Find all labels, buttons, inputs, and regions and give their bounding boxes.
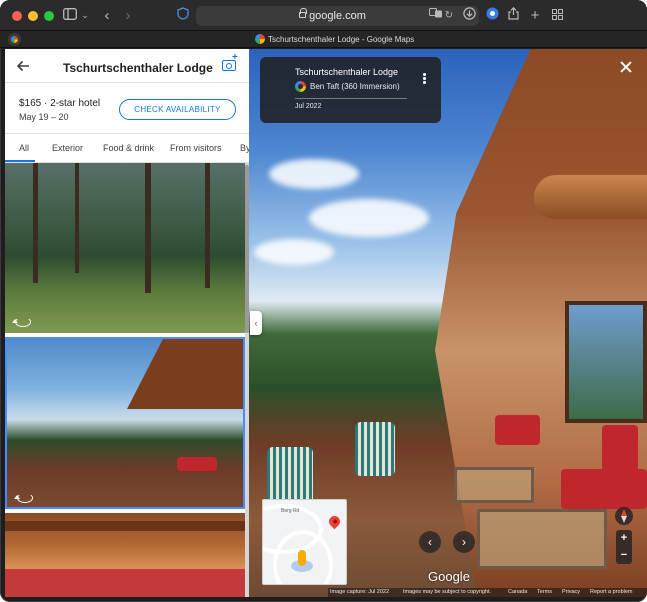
photo-detail [5, 569, 245, 597]
photo-detail [33, 163, 38, 283]
photo-detail [177, 457, 217, 471]
collapse-panel-button[interactable]: ‹ [250, 311, 262, 335]
check-availability-button[interactable]: CHECK AVAILABILITY [119, 99, 236, 120]
google-maps-favicon-icon [255, 34, 265, 44]
location-pin-icon [326, 513, 343, 530]
street-view-detail [454, 467, 534, 503]
avatar[interactable] [295, 81, 306, 92]
street-view-detail [495, 415, 540, 445]
360-icon [12, 317, 31, 327]
photo-thumbnail-interior[interactable] [5, 513, 245, 597]
360-icon [14, 493, 33, 503]
shield-icon[interactable] [176, 7, 190, 24]
share-icon[interactable] [507, 6, 519, 24]
previous-photo-button[interactable]: ‹ [419, 531, 441, 553]
photos-panel: Tschurtschenthaler Lodge $165 · 2-star h… [5, 49, 249, 597]
street-view-detail [355, 422, 395, 476]
minimap-road-label: Berg Rd [281, 508, 300, 514]
street-view[interactable]: Tschurtschenthaler Lodge Ben Taft (360 I… [249, 49, 647, 597]
street-view-detail [561, 469, 647, 509]
google-logo: Google [428, 569, 470, 584]
privacy-link[interactable]: Privacy [562, 588, 580, 597]
street-view-detail [477, 509, 607, 569]
report-problem-link[interactable]: Report a problem [590, 588, 633, 597]
header-divider [5, 82, 249, 83]
forward-arrow-icon[interactable]: › [122, 7, 134, 24]
photo-detail [127, 339, 243, 409]
download-icon[interactable] [462, 7, 476, 24]
pegman-icon[interactable] [298, 550, 306, 566]
street-view-info-card: Tschurtschenthaler Lodge Ben Taft (360 I… [260, 57, 441, 123]
chevron-down-icon[interactable]: ⌄ [80, 7, 90, 24]
tab-all[interactable]: All [19, 143, 29, 153]
street-view-detail [565, 301, 647, 423]
tab-by[interactable]: By [240, 143, 249, 153]
tab-bar: Tschurtschenthaler Lodge - Google Maps [0, 31, 647, 48]
photo-detail [5, 521, 245, 531]
photo-thumbnail-forest[interactable] [5, 163, 245, 333]
minimap[interactable]: Berg Rd [262, 499, 347, 585]
tab-food-drink[interactable]: Food & drink [103, 143, 154, 153]
street-view-title: Tschurtschenthaler Lodge [295, 67, 399, 77]
sidebar-icon[interactable] [63, 7, 77, 24]
tab-title[interactable]: Tschurtschenthaler Lodge - Google Maps [268, 31, 414, 48]
photo-detail [145, 163, 151, 293]
zoom-out-icon[interactable]: − [616, 547, 632, 564]
street-view-detail [534, 175, 647, 219]
browser-window: ⌄ ‹ › google.com ↻ + Tschurtschenthaler … [0, 0, 647, 602]
country-link[interactable]: Canada [508, 588, 527, 597]
new-tab-icon[interactable]: + [529, 7, 541, 24]
terms-link[interactable]: Terms [537, 588, 552, 597]
more-icon[interactable] [423, 73, 427, 85]
camera-add-icon[interactable] [222, 52, 238, 71]
capture-date: Jul 2022 [295, 103, 322, 110]
hotel-price: $165 · 2-star hotel [19, 98, 101, 109]
browser-toolbar: ⌄ ‹ › google.com ↻ + [0, 0, 647, 31]
info-divider [295, 98, 407, 99]
reload-icon[interactable]: ↻ [444, 7, 454, 24]
tab-overview-icon[interactable] [551, 7, 563, 24]
zoom-window-button[interactable] [44, 11, 54, 21]
zoom-controls: + − [616, 530, 632, 564]
copyright-text: Images may be subject to copyright. [403, 589, 492, 595]
page-title: Tschurtschenthaler Lodge [63, 61, 213, 75]
close-window-button[interactable] [12, 11, 22, 21]
street-view-detail [269, 159, 359, 189]
extension-icon[interactable] [485, 7, 499, 24]
attribution-bar: Image capture: Jul 2022 Images may be su… [328, 588, 647, 597]
zoom-in-icon[interactable]: + [616, 530, 632, 547]
photo-thumbnail-deck[interactable] [5, 337, 245, 509]
street-view-detail [309, 199, 429, 237]
minimize-window-button[interactable] [28, 11, 38, 21]
back-arrow-icon[interactable] [16, 59, 34, 77]
compass-icon[interactable] [615, 507, 633, 525]
image-capture-text: Image capture: Jul 2022 [330, 589, 390, 595]
photo-detail [205, 163, 210, 288]
translate-icon[interactable] [429, 7, 443, 24]
close-icon[interactable] [620, 61, 632, 73]
street-view-detail [254, 239, 334, 265]
price-divider [5, 133, 249, 134]
back-arrow-icon[interactable]: ‹ [101, 7, 113, 24]
next-photo-button[interactable]: › [453, 531, 475, 553]
maps-app-icon[interactable] [8, 33, 21, 46]
photo-detail [75, 163, 79, 273]
tab-exterior[interactable]: Exterior [52, 143, 83, 153]
stay-dates: May 19 – 20 [19, 112, 69, 122]
photo-author-link[interactable]: Ben Taft (360 Immersion) [310, 82, 400, 91]
tab-from-visitors[interactable]: From visitors [170, 143, 222, 153]
